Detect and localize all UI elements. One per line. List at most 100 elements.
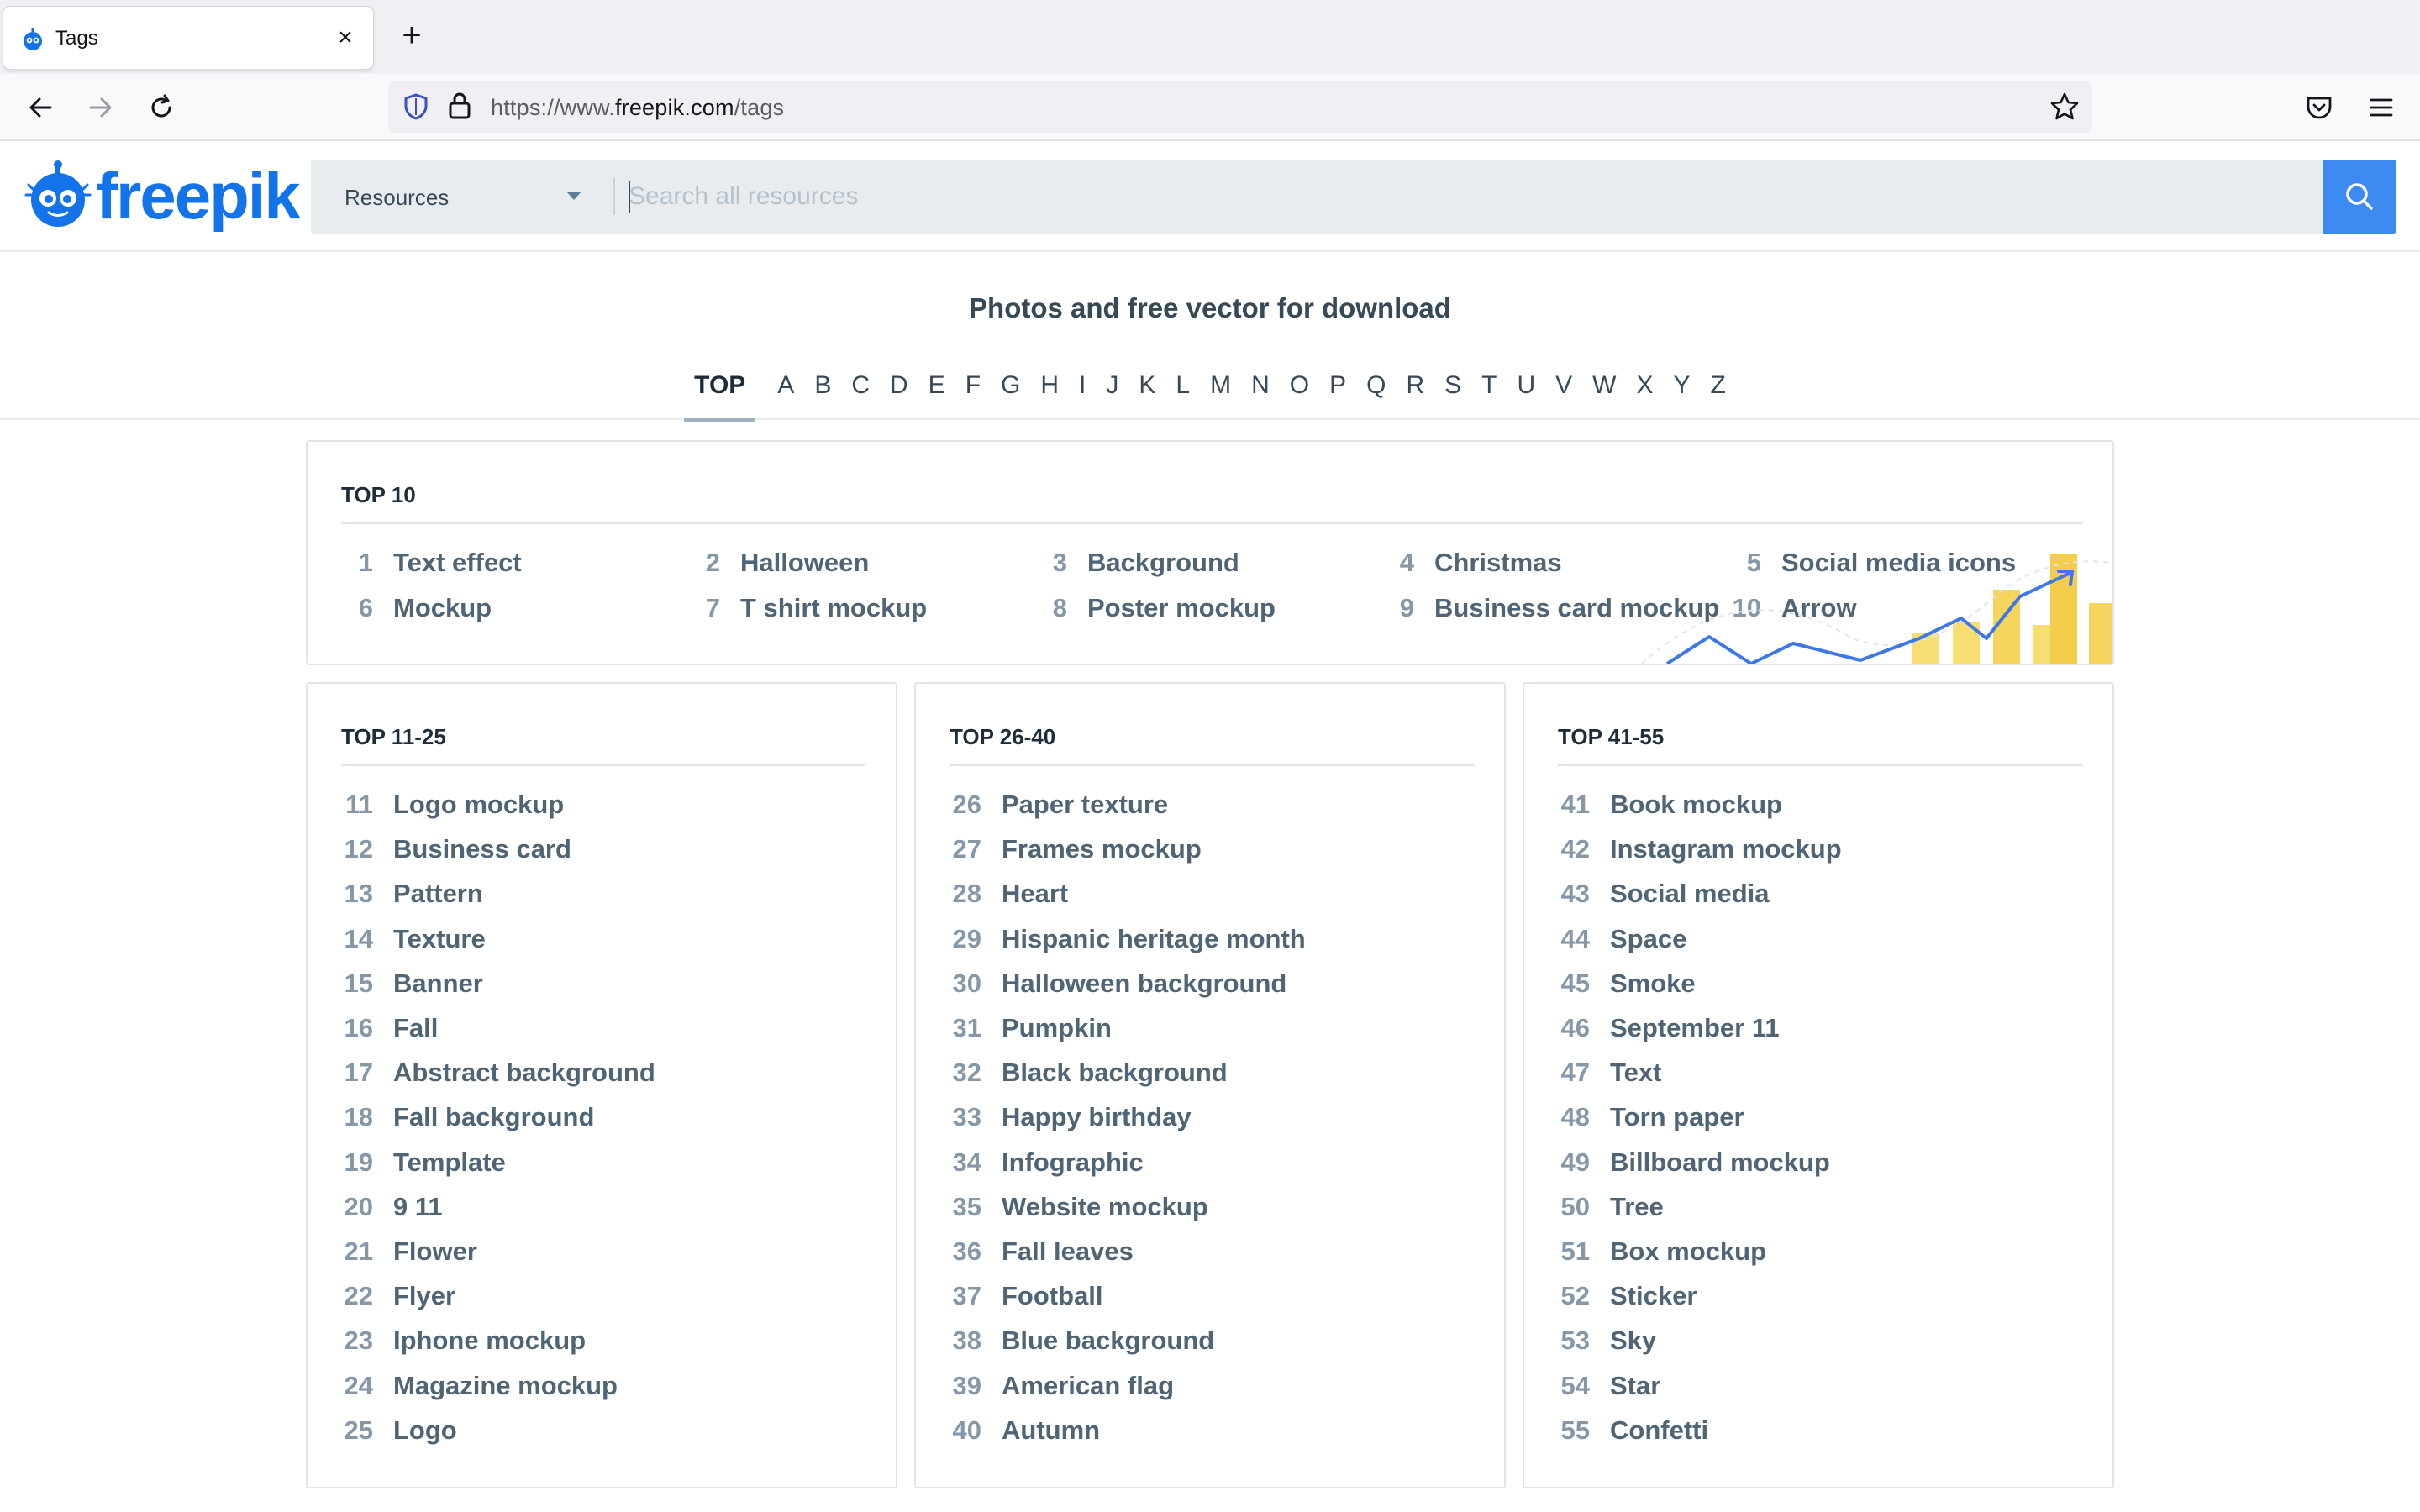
tag-link[interactable]: 42 Instagram mockup [1558,834,1842,864]
tag-label[interactable]: Book mockup [1610,790,1782,820]
tag-label[interactable]: Logo [393,1415,457,1446]
alphabet-link-b[interactable]: B [804,365,841,420]
tag-link[interactable]: 36 Fall leaves [950,1236,1134,1267]
tag-link[interactable]: 24 Magazine mockup [341,1371,618,1401]
alphabet-link-f[interactable]: F [955,365,991,420]
alphabet-link-o[interactable]: O [1280,365,1319,420]
tag-label[interactable]: Halloween [740,548,869,578]
alphabet-link-v[interactable]: V [1545,365,1582,420]
tag-link[interactable]: 30 Halloween background [950,969,1287,999]
alphabet-link-u[interactable]: U [1507,365,1545,420]
tag-label[interactable]: Banner [393,969,483,999]
tag-link[interactable]: 43 Social media [1558,879,1770,909]
alphabet-link-s[interactable]: S [1434,365,1471,420]
alphabet-link-q[interactable]: Q [1356,365,1396,420]
tag-link[interactable]: 27 Frames mockup [950,834,1202,864]
alphabet-link-r[interactable]: R [1396,365,1434,420]
tag-link[interactable]: 21 Flower [341,1236,477,1267]
alphabet-link-i[interactable]: I [1069,365,1096,420]
tag-link[interactable]: 16 Fall [341,1013,439,1043]
tag-link[interactable]: 12 Business card [341,834,571,864]
tag-label[interactable]: Star [1610,1371,1660,1401]
back-arrow-icon[interactable] [22,89,59,126]
tag-link[interactable]: 39 American flag [950,1371,1175,1401]
tag-link[interactable]: 49 Billboard mockup [1558,1147,1830,1178]
tag-label[interactable]: Box mockup [1610,1236,1766,1267]
tag-label[interactable]: Text effect [393,548,522,578]
tag-label[interactable]: Mockup [393,593,492,623]
tag-link[interactable]: 29 Hispanic heritage month [950,924,1306,954]
tag-link[interactable]: 13 Pattern [341,879,483,909]
tag-link[interactable]: 1 Text effect [341,548,522,578]
forward-arrow-icon[interactable] [82,89,119,126]
tag-label[interactable]: Infographic [1002,1147,1144,1178]
tag-link[interactable]: 28 Heart [950,879,1069,909]
tag-label[interactable]: Social media [1610,879,1770,909]
tag-label[interactable]: Template [393,1147,506,1178]
tag-link[interactable]: 54 Star [1558,1371,1661,1401]
alphabet-link-x[interactable]: X [1626,365,1663,420]
tag-label[interactable]: American flag [1002,1371,1174,1401]
tag-label[interactable]: Poster mockup [1087,593,1276,623]
tag-label[interactable]: Torn paper [1610,1102,1744,1132]
tag-link[interactable]: 46 September 11 [1558,1013,1780,1043]
tag-link[interactable]: 20 9 11 [341,1192,443,1222]
tag-label[interactable]: Fall [393,1013,438,1043]
tag-link[interactable]: 34 Infographic [950,1147,1144,1178]
alphabet-link-c[interactable]: C [841,365,880,420]
tag-link[interactable]: 6 Mockup [341,593,492,623]
tag-label[interactable]: Tree [1610,1192,1664,1222]
alphabet-link-y[interactable]: Y [1664,365,1701,420]
tag-label[interactable]: Logo mockup [393,790,564,820]
tag-link[interactable]: 31 Pumpkin [950,1013,1112,1043]
tag-label[interactable]: Halloween background [1002,969,1286,999]
tag-label[interactable]: Autumn [1002,1415,1100,1446]
tag-link[interactable]: 50 Tree [1558,1192,1664,1222]
url-text[interactable]: https://www.freepik.com/tags [491,95,784,121]
tag-label[interactable]: Black background [1002,1058,1228,1088]
tag-label[interactable]: Magazine mockup [393,1371,618,1401]
alphabet-link-w[interactable]: W [1582,365,1626,420]
tag-link[interactable]: 26 Paper texture [950,790,1169,820]
bookmark-star-icon[interactable] [2049,91,2081,123]
alphabet-link-m[interactable]: M [1200,365,1241,420]
tag-label[interactable]: Background [1087,548,1239,578]
tag-link[interactable]: 19 Template [341,1147,506,1178]
tag-label[interactable]: Instagram mockup [1610,834,1842,864]
tag-link[interactable]: 40 Autumn [950,1415,1101,1446]
tag-link[interactable]: 32 Black background [950,1058,1228,1088]
tag-label[interactable]: Christmas [1434,548,1562,578]
tag-link[interactable]: 38 Blue background [950,1326,1215,1356]
tag-link[interactable]: 37 Football [950,1281,1103,1311]
tag-label[interactable]: Pattern [393,879,483,909]
tag-label[interactable]: Sky [1610,1326,1656,1356]
tag-link[interactable]: 7 T shirt mockup [688,593,927,623]
alphabet-link-e[interactable]: E [918,365,955,420]
tag-label[interactable]: Happy birthday [1002,1102,1192,1132]
tag-link[interactable]: 18 Fall background [341,1102,595,1132]
tag-label[interactable]: Abstract background [393,1058,655,1088]
alphabet-link-h[interactable]: H [1030,365,1069,420]
tag-link[interactable]: 41 Book mockup [1558,790,1782,820]
alphabet-link-z[interactable]: Z [1701,365,1736,420]
resources-dropdown[interactable]: Resources [311,160,613,234]
tag-link[interactable]: 22 Flyer [341,1281,456,1311]
tag-label[interactable]: Space [1610,924,1686,954]
tag-link[interactable]: 53 Sky [1558,1326,1657,1356]
tag-link[interactable]: 17 Abstract background [341,1058,655,1088]
shield-icon[interactable] [402,92,430,121]
tag-label[interactable]: Website mockup [1002,1192,1208,1222]
tag-link[interactable]: 2 Halloween [688,548,870,578]
tag-link[interactable]: 55 Confetti [1558,1415,1709,1446]
url-bar[interactable]: https://www.freepik.com/tags [388,81,2092,133]
tag-label[interactable]: T shirt mockup [740,593,927,623]
browser-tab[interactable]: Tags × [3,7,373,69]
alphabet-link-d[interactable]: D [880,365,918,420]
tag-label[interactable]: Texture [393,924,486,954]
tag-link[interactable]: 11 Logo mockup [341,790,564,820]
tag-link[interactable]: 35 Website mockup [950,1192,1208,1222]
tag-link[interactable]: 15 Banner [341,969,483,999]
tag-label[interactable]: Heart [1002,879,1068,909]
tag-link[interactable]: 48 Torn paper [1558,1102,1744,1132]
alphabet-link-g[interactable]: G [991,365,1030,420]
